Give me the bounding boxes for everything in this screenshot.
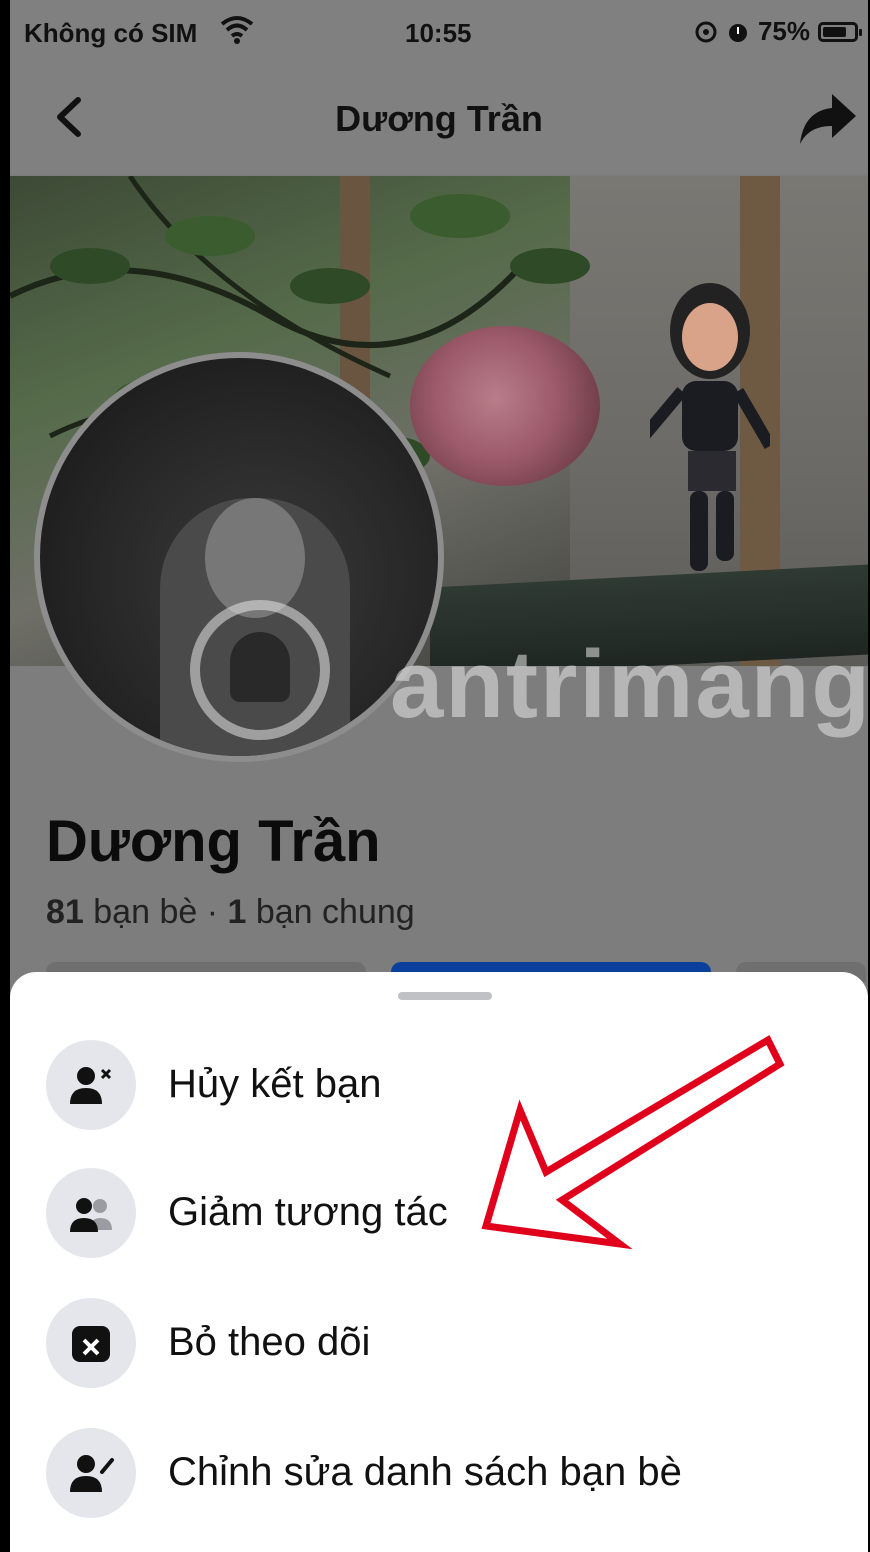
- unfollow-option[interactable]: Bỏ theo dõi: [46, 1298, 826, 1388]
- friends-count: 81: [46, 893, 84, 931]
- mutual-count: 1: [227, 893, 247, 931]
- unfollow-icon-bg: [46, 1298, 136, 1388]
- watermark-logo: antrimang: [190, 600, 868, 750]
- status-bar: Không có SIM 10:55 75%: [10, 0, 868, 64]
- status-right: 75%: [694, 16, 862, 47]
- wifi-icon: [220, 16, 254, 44]
- sheet-grabber[interactable]: [398, 992, 492, 1000]
- share-icon[interactable]: [798, 88, 858, 148]
- unfollow-icon: [72, 1326, 110, 1362]
- phone-screen: Không có SIM 10:55 75% Dương Trần antrim…: [10, 0, 868, 1552]
- unfriend-icon: [70, 1067, 112, 1104]
- unfriend-label: Hủy kết bạn: [168, 1062, 382, 1106]
- nav-title: Dương Trần: [335, 98, 543, 139]
- annotation-arrow-icon: [481, 1035, 785, 1250]
- edit-friend-list-icon: [70, 1455, 114, 1492]
- friends-label: bạn bè: [83, 893, 198, 931]
- battery-percent: 75%: [757, 16, 810, 46]
- unfollow-label: Bỏ theo dõi: [168, 1320, 371, 1364]
- status-time: 10:55: [405, 18, 472, 48]
- unfriend-icon-bg: [46, 1040, 136, 1130]
- separator-dot: ·: [197, 893, 228, 931]
- cover-flower: [410, 326, 600, 486]
- watermark-text: antrimang: [390, 631, 868, 738]
- mutual-label: bạn chung: [246, 893, 415, 931]
- edit-friend-list-icon-bg: [46, 1428, 136, 1518]
- lightbulb-icon: [230, 632, 290, 702]
- location-icon: [695, 21, 717, 42]
- navigation-bar: Dương Trần: [10, 64, 868, 174]
- profile-name: Dương Trần: [46, 809, 381, 874]
- friends-summary[interactable]: 81 bạn bè · 1 bạn chung: [46, 893, 415, 932]
- edit-friend-list-option[interactable]: Chỉnh sửa danh sách bạn bè: [46, 1428, 826, 1518]
- carrier-label: Không có SIM: [24, 18, 198, 48]
- reduce-interaction-icon: [70, 1198, 112, 1232]
- cover-avatar-figure: [650, 283, 770, 571]
- reduce-interaction-icon-bg: [46, 1168, 136, 1258]
- alarm-icon: [728, 23, 747, 42]
- battery-icon: [818, 21, 862, 42]
- edit-friend-list-label: Chỉnh sửa danh sách bạn bè: [168, 1450, 682, 1494]
- reduce-interaction-label: Giảm tương tác: [168, 1190, 448, 1234]
